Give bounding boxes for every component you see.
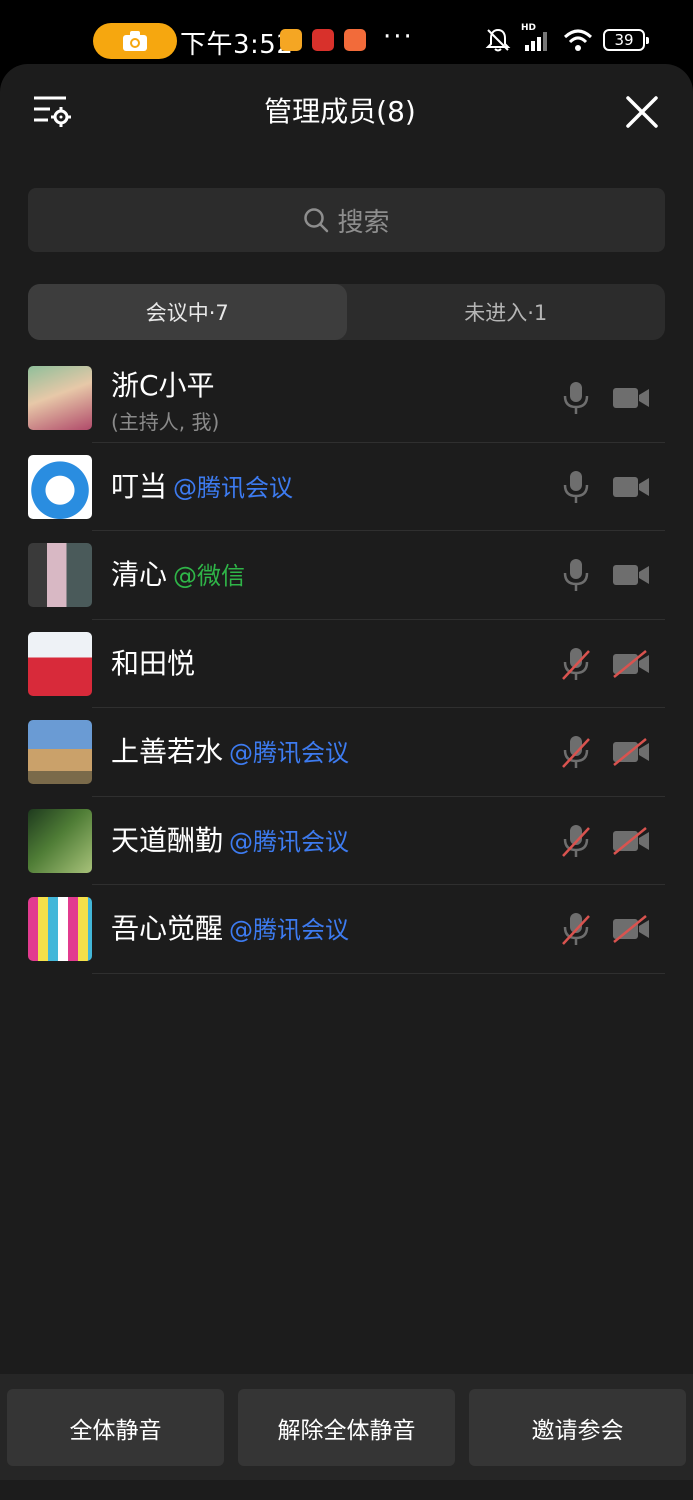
member-source-tag: @腾讯会议	[173, 473, 294, 502]
status-right-group: HD 39	[485, 23, 649, 53]
member-row[interactable]: 吾心觉醒 @腾讯会议	[0, 885, 693, 974]
member-row[interactable]: 天道酬勤 @腾讯会议	[0, 797, 693, 885]
search-input[interactable]: 搜索	[28, 188, 665, 252]
camera-disabled-icon[interactable]	[612, 738, 650, 766]
wifi-icon	[563, 29, 593, 51]
member-source-tag: @腾讯会议	[229, 739, 350, 767]
mic-muted-icon[interactable]	[560, 734, 592, 770]
hd-badge: HD	[521, 23, 537, 33]
camera-disabled-icon[interactable]	[612, 915, 650, 943]
member-management-sheet: 管理成员(8) 搜索 会议中·7 未进入·1 浙C小平 (主持人, 我) 叮当 @腾讯…	[0, 64, 693, 1500]
battery-level: 39	[614, 31, 634, 49]
close-icon	[626, 96, 658, 128]
member-source-tag: @微信	[173, 562, 246, 590]
page-title: 管理成员(8)	[264, 95, 416, 128]
member-row[interactable]: 浙C小平 (主持人, 我)	[0, 354, 693, 443]
member-name: 和田悦	[111, 646, 196, 680]
member-name-line: 上善若水 @腾讯会议	[111, 730, 349, 770]
camera-icon[interactable]	[612, 473, 650, 501]
member-name-line: 吾心觉醒 @腾讯会议	[111, 907, 349, 947]
avatar	[28, 720, 92, 784]
mic-muted-icon[interactable]	[560, 911, 592, 947]
member-row[interactable]: 叮当 @腾讯会议	[0, 443, 693, 531]
avatar	[28, 808, 92, 873]
row-divider	[92, 972, 665, 974]
battery-icon: 39	[603, 29, 649, 51]
camera-icon[interactable]	[612, 384, 650, 412]
member-row[interactable]: 和田悦	[0, 620, 693, 708]
more-notifications-icon: ···	[383, 22, 414, 52]
member-name: 天道酬勤	[111, 823, 224, 857]
bell-muted-icon	[485, 28, 511, 52]
mic-icon[interactable]	[560, 469, 592, 505]
close-button[interactable]	[624, 94, 660, 130]
member-row[interactable]: 清心 @微信	[0, 531, 693, 620]
avatar	[28, 366, 92, 430]
member-name-line: 浙C小平	[111, 364, 215, 404]
camera-icon	[123, 31, 147, 51]
member-name: 上善若水	[111, 735, 224, 768]
app-notification-icon	[280, 29, 302, 51]
member-name-line: 天道酬勤 @腾讯会议	[111, 819, 349, 859]
member-role: (主持人, 我)	[111, 410, 220, 434]
system-nav-bar	[0, 1480, 693, 1500]
member-name-line: 清心 @微信	[111, 553, 245, 593]
member-name-line: 叮当 @腾讯会议	[111, 465, 293, 505]
search-placeholder: 搜索	[337, 207, 390, 238]
camera-disabled-icon[interactable]	[612, 826, 650, 855]
mute-all-button[interactable]: 全体静音	[7, 1389, 224, 1466]
mic-muted-icon[interactable]	[560, 646, 592, 682]
search-icon	[304, 208, 329, 233]
status-bar: 下午3:52 ··· HD 39	[0, 0, 693, 64]
tab-in-meeting[interactable]: 会议中·7	[28, 284, 347, 340]
avatar	[28, 543, 92, 607]
action-bar: 全体静音 解除全体静音 邀请参会	[0, 1374, 693, 1480]
shopping-app-icon	[344, 29, 366, 51]
tab-not-joined[interactable]: 未进入·1	[347, 284, 666, 340]
mic-icon[interactable]	[560, 557, 592, 593]
ting-app-icon	[312, 29, 334, 51]
member-source-tag: @腾讯会议	[229, 827, 350, 856]
camera-disabled-icon[interactable]	[612, 649, 650, 678]
screen-record-pill[interactable]	[93, 23, 177, 59]
invite-button[interactable]: 邀请参会	[469, 1389, 686, 1466]
avatar	[28, 631, 92, 696]
mic-icon[interactable]	[560, 380, 592, 416]
camera-icon[interactable]	[612, 561, 650, 589]
avatar	[28, 454, 92, 519]
member-name-line: 和田悦	[111, 642, 195, 682]
member-row[interactable]: 上善若水 @腾讯会议	[0, 708, 693, 797]
member-name: 清心	[111, 558, 168, 591]
member-name: 吾心觉醒	[111, 912, 224, 945]
member-tabs: 会议中·7 未进入·1	[28, 284, 665, 340]
member-source-tag: @腾讯会议	[229, 916, 350, 944]
signal-icon: HD	[521, 23, 553, 53]
avatar	[28, 897, 92, 961]
unmute-all-button[interactable]: 解除全体静音	[238, 1389, 455, 1466]
mic-muted-icon[interactable]	[560, 823, 592, 859]
member-list: 浙C小平 (主持人, 我) 叮当 @腾讯会议 清心 @微信 和田悦 上善若水 @腾讯会议 天道酬勤…	[0, 354, 693, 974]
status-time: 下午3:52	[180, 30, 294, 60]
member-name: 叮当	[111, 469, 168, 503]
member-name: 浙C小平	[111, 369, 215, 402]
